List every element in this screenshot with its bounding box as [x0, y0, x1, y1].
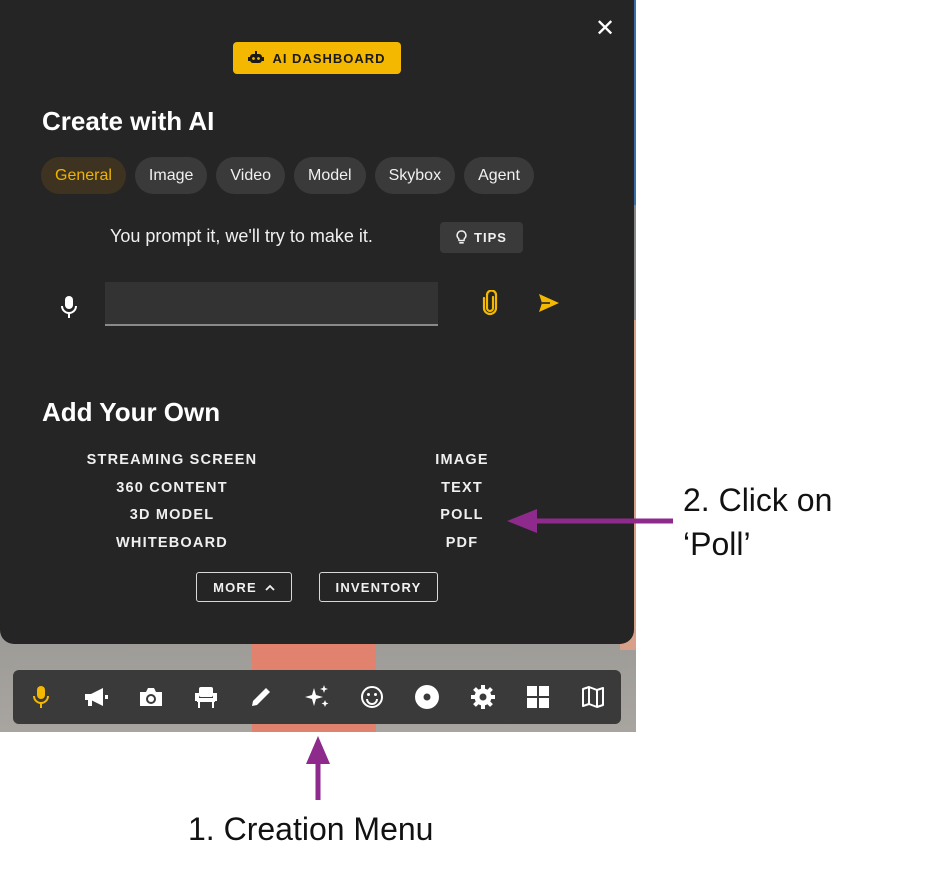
more-button[interactable]: MORE [196, 572, 292, 602]
tips-button[interactable]: TIPS [440, 222, 523, 253]
tab-video[interactable]: Video [216, 157, 286, 194]
prompt-input[interactable] [105, 282, 438, 326]
bottom-toolbar [13, 670, 621, 724]
paperclip-icon [482, 290, 498, 316]
camera-icon [140, 688, 162, 706]
toolbar-camera[interactable] [136, 682, 166, 712]
pencil-icon [252, 688, 270, 706]
create-panel: ✕ AI DASHBOARD Create with AI General Im… [0, 0, 634, 644]
toolbar-settings[interactable] [468, 682, 498, 712]
add-pdf[interactable]: PDF [412, 535, 512, 551]
lightbulb-icon [456, 230, 467, 244]
tips-label: TIPS [474, 230, 507, 245]
smiley-icon [361, 686, 383, 708]
inventory-label: INVENTORY [335, 579, 422, 595]
toolbar-megaphone[interactable] [81, 682, 111, 712]
toolbar-pencil[interactable] [246, 682, 276, 712]
add-text[interactable]: TEXT [412, 480, 512, 496]
close-icon[interactable]: ✕ [592, 16, 618, 42]
robot-icon [248, 51, 265, 63]
add-streaming-screen[interactable]: STREAMING SCREEN [62, 452, 282, 468]
toolbar-emoji[interactable] [357, 682, 387, 712]
toolbar-seat[interactable] [191, 682, 221, 712]
grid-icon [527, 686, 549, 708]
toolbar-layout[interactable] [523, 682, 553, 712]
tab-image[interactable]: Image [134, 157, 208, 194]
annotation-arrow-poll [507, 509, 673, 533]
add-3d-model[interactable]: 3D MODEL [62, 507, 282, 523]
add-whiteboard[interactable]: WHITEBOARD [62, 535, 282, 551]
sparkles-icon [305, 685, 329, 707]
create-heading: Create with AI [42, 106, 215, 136]
tab-agent[interactable]: Agent [464, 157, 534, 194]
annotation-arrow-creation [306, 736, 330, 800]
microphone-icon [61, 296, 77, 318]
add-360-content[interactable]: 360 CONTENT [62, 480, 282, 496]
disc-icon [415, 685, 439, 709]
chevron-up-icon [265, 584, 275, 591]
annotation-step1: 1. Creation Menu [188, 811, 434, 847]
toolbar-creation-menu[interactable] [302, 682, 332, 712]
map-icon [582, 686, 604, 708]
tab-skybox[interactable]: Skybox [374, 157, 456, 194]
microphone-icon [33, 686, 49, 708]
attach-button[interactable] [480, 290, 500, 316]
add-own-heading: Add Your Own [42, 397, 221, 427]
toolbar-map[interactable] [578, 682, 608, 712]
megaphone-icon [85, 688, 108, 706]
voice-input-button[interactable] [58, 295, 80, 319]
ai-dashboard-button[interactable]: AI DASHBOARD [233, 42, 401, 74]
send-button[interactable] [536, 290, 562, 316]
ai-dashboard-label: AI DASHBOARD [272, 50, 386, 66]
gear-icon [471, 685, 495, 709]
seat-icon [195, 687, 217, 708]
inventory-button[interactable]: INVENTORY [319, 572, 438, 602]
more-label: MORE [213, 579, 257, 595]
tab-model[interactable]: Model [294, 157, 366, 194]
add-poll[interactable]: POLL [412, 507, 512, 523]
prompt-hint: You prompt it, we'll try to make it. [110, 226, 373, 246]
tab-general[interactable]: General [41, 157, 126, 194]
annotation-step2-line1: 2. Click on [683, 482, 833, 518]
send-icon [539, 294, 559, 312]
create-tabs: General Image Video Model Skybox Agent [41, 157, 534, 194]
toolbar-disc[interactable] [412, 682, 442, 712]
add-image[interactable]: IMAGE [412, 452, 512, 468]
toolbar-microphone[interactable] [26, 682, 56, 712]
annotation-step2-line2: ‘Poll’ [683, 526, 751, 562]
